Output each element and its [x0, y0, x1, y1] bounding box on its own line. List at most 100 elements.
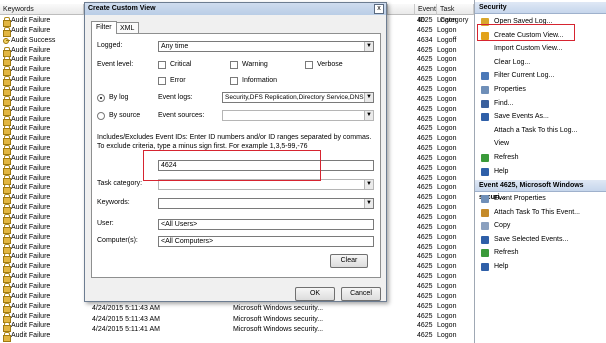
lock-icon: [3, 76, 11, 87]
keyword-cell: Audit Failure: [11, 17, 51, 24]
event-id-cell: 4625: [417, 184, 433, 192]
action-label: Save Events As...: [494, 113, 549, 121]
action-refresh[interactable]: Refresh: [475, 246, 606, 259]
action-help[interactable]: Help: [475, 260, 606, 273]
event-id-cell: 4625: [417, 46, 433, 54]
actions-pane: Security Open Saved Log... Create Custom …: [474, 0, 606, 343]
action-event-properties[interactable]: Event Properties: [475, 192, 606, 205]
cancel-button[interactable]: Cancel: [341, 287, 381, 301]
lock-icon: [3, 46, 11, 57]
action-attach-a-task-to-this-log[interactable]: Attach a Task To this Log...: [475, 124, 606, 137]
action-import-custom-view[interactable]: Import Custom View...: [475, 42, 606, 55]
clear-button[interactable]: Clear: [330, 254, 368, 268]
binoculars-icon: [481, 99, 489, 108]
event-id-cell: 4625: [417, 322, 433, 330]
error-checkbox[interactable]: [158, 77, 166, 85]
action-label: Help: [494, 167, 509, 175]
logged-value: Any time: [161, 43, 189, 50]
task-category-label: Task category:: [97, 180, 143, 187]
action-label: Refresh: [494, 249, 519, 257]
action-view[interactable]: View: [475, 137, 606, 150]
warning-checkbox[interactable]: [230, 61, 238, 69]
action-copy[interactable]: Copy: [475, 219, 606, 232]
action-label: Properties: [494, 86, 526, 93]
highlight-event-id: [143, 150, 321, 181]
ok-button[interactable]: OK: [295, 287, 335, 301]
action-properties[interactable]: Properties: [475, 83, 606, 96]
keyword-cell: Audit Failure: [11, 95, 51, 103]
action-find[interactable]: Find...: [475, 97, 606, 110]
actions-section-security-header[interactable]: Security: [475, 2, 606, 14]
event-id-cell: 4625: [417, 85, 433, 93]
create-custom-view-dialog: Create Custom View x Filter XML Logged: …: [84, 2, 387, 302]
error-label: Error: [170, 77, 186, 84]
task-category-cell: Logon: [437, 85, 457, 93]
action-save-events-as[interactable]: Save Events As...: [475, 110, 606, 123]
task-category-cell: Logon: [437, 76, 457, 84]
event-level-label: Event level:: [97, 61, 134, 68]
column-header-keywords[interactable]: Keywords: [0, 4, 84, 15]
keyword-cell: Audit Failure: [11, 223, 51, 231]
task-category-cell: Logon: [437, 105, 457, 113]
event-id-cell: 4625: [417, 253, 433, 261]
lock-icon: [3, 85, 11, 96]
lock-icon: [3, 95, 11, 106]
tab-filter[interactable]: Filter: [91, 21, 117, 34]
event-id-cell: 4625: [417, 26, 433, 34]
keyword-cell: Audit Failure: [11, 253, 51, 261]
event-id-cell: 4625: [417, 66, 433, 74]
event-logs-value: Security,DFS Replication,Directory Servi…: [225, 94, 364, 101]
action-label: Filter Current Log...: [494, 72, 555, 80]
critical-label: Critical: [170, 61, 192, 68]
lock-icon: [3, 66, 11, 77]
event-id-cell: 4634: [417, 36, 433, 44]
lock-icon: [3, 105, 11, 116]
information-label: Information: [242, 77, 278, 84]
column-header-event-id[interactable]: Event ID: [415, 4, 437, 24]
keyword-cell: Audit Failure: [11, 214, 51, 221]
action-attach-task-to-this-event[interactable]: Attach Task To This Event...: [475, 206, 606, 219]
keyword-cell: Audit Failure: [11, 85, 51, 93]
event-id-cell: 4625: [417, 56, 433, 64]
lock-icon: [3, 56, 11, 67]
by-source-radio[interactable]: [97, 112, 105, 120]
action-refresh[interactable]: Refresh: [475, 151, 606, 164]
user-input[interactable]: <All Users>: [158, 219, 374, 230]
help-icon: [481, 167, 489, 176]
close-button[interactable]: x: [374, 4, 384, 14]
verbose-checkbox[interactable]: [305, 61, 313, 69]
keyword-cell: Audit Failure: [11, 145, 51, 153]
keyword-cell: Audit Failure: [11, 56, 51, 64]
action-filter-current-log[interactable]: Filter Current Log...: [475, 69, 606, 82]
action-save-selected-events[interactable]: Save Selected Events...: [475, 233, 606, 246]
warning-label: Warning: [242, 61, 268, 68]
lock-icon: [3, 223, 11, 234]
keywords-dropdown[interactable]: ▼: [158, 198, 374, 209]
task-category-cell: Logon: [437, 26, 457, 34]
event-logs-dropdown[interactable]: Security,DFS Replication,Directory Servi…: [222, 92, 374, 103]
action-clear-log[interactable]: Clear Log...: [475, 56, 606, 69]
task-category-cell: Logon: [437, 115, 457, 123]
column-header-task-category[interactable]: Task Category: [437, 4, 474, 24]
lock-icon: [3, 302, 11, 313]
event-sources-dropdown[interactable]: ▼: [222, 110, 374, 121]
computers-input[interactable]: <All Computers>: [158, 236, 374, 247]
by-log-label: By log: [109, 94, 129, 101]
filter-icon: [481, 72, 489, 81]
action-help[interactable]: Help: [475, 165, 606, 178]
task-category-cell: Logon: [437, 46, 457, 54]
event-id-cell: 4625: [417, 282, 433, 290]
keyword-cell: Audit Failure: [11, 164, 51, 172]
lock-icon: [3, 322, 11, 333]
by-log-radio[interactable]: [97, 94, 105, 102]
task-category-cell: Logon: [437, 292, 457, 300]
actions-section-event-header[interactable]: Event 4625, Microsoft Windows securi...: [475, 180, 606, 201]
information-checkbox[interactable]: [230, 77, 238, 85]
task-category-cell: Logon: [437, 164, 457, 172]
action-label: Import Custom View...: [494, 45, 563, 53]
keyword-cell: Audit Failure: [11, 194, 51, 202]
critical-checkbox[interactable]: [158, 61, 166, 69]
logged-dropdown[interactable]: Any time ▼: [158, 41, 374, 52]
event-sources-label: Event sources:: [158, 112, 205, 119]
task-category-cell: Logon: [437, 223, 457, 231]
